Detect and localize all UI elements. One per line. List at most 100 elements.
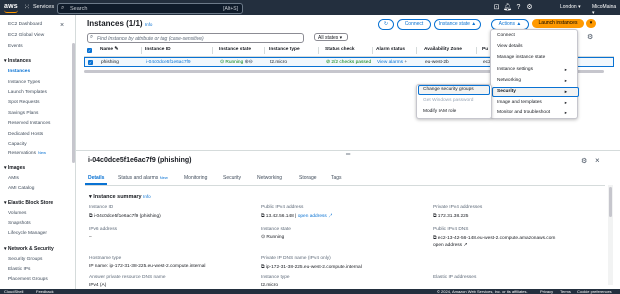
- tab-details[interactable]: Details: [88, 175, 104, 181]
- menu-item-modify-iam-role[interactable]: Modify IAM role: [423, 109, 456, 114]
- select-all-checkbox[interactable]: ✓: [87, 48, 92, 53]
- column-separator[interactable]: [318, 47, 319, 54]
- external-link-icon[interactable]: ↗: [328, 214, 332, 219]
- detail-vertical-scrollbar[interactable]: [608, 185, 613, 285]
- menu-item-monitor-and-troubleshoot[interactable]: Monitor and troubleshoot ▸: [497, 110, 571, 115]
- privacy-link[interactable]: Privacy: [540, 289, 553, 294]
- menu-item-security[interactable]: Security ▸: [497, 89, 571, 94]
- sidebar-item-launch-templates[interactable]: Launch Templates: [8, 90, 47, 95]
- sidebar-item-amis[interactable]: AMIs: [8, 176, 19, 181]
- menu-item-instance-settings[interactable]: Instance settings ▸: [497, 67, 571, 72]
- help-icon[interactable]: ?: [513, 4, 524, 11]
- settings-icon[interactable]: ⚙: [524, 3, 535, 11]
- tab-storage[interactable]: Storage: [299, 175, 317, 181]
- instance-filter-input[interactable]: ⌕ Find Instance by attribute or tag (cas…: [87, 33, 304, 43]
- sidebar-item-snapshots[interactable]: Snapshots: [8, 221, 31, 226]
- copy-icon[interactable]: ⧉: [433, 236, 436, 241]
- copy-icon[interactable]: ⧉: [261, 265, 264, 270]
- tab-security[interactable]: Security: [223, 175, 241, 181]
- column-separator[interactable]: [372, 47, 373, 54]
- sidebar-item-events[interactable]: Events: [8, 44, 23, 49]
- tab-status-and-alarms[interactable]: Status and alarms New: [118, 175, 168, 181]
- column-separator[interactable]: [141, 47, 142, 54]
- sidebar-item-ec2-global-view[interactable]: EC2 Global View: [8, 33, 44, 38]
- column-instance-id[interactable]: Instance ID: [145, 47, 171, 52]
- copy-icon[interactable]: ⧉: [89, 214, 92, 219]
- column-separator[interactable]: [264, 47, 265, 54]
- sidebar-item-instance-types[interactable]: Instance Types: [8, 80, 40, 85]
- tab-tags[interactable]: Tags: [331, 175, 342, 181]
- notifications-icon[interactable]: 🔔︎: [502, 3, 513, 11]
- services-menu[interactable]: Services: [33, 4, 54, 10]
- sidebar-scrollbar[interactable]: [72, 43, 75, 163]
- view-alarms-link[interactable]: View alarms: [377, 60, 403, 65]
- sidebar-item-spot-requests[interactable]: Spot Requests: [8, 100, 39, 105]
- services-grid-icon[interactable]: ⁙: [24, 4, 31, 11]
- cell-instance-id-link[interactable]: i-04c0dce5f1e6ac7f9: [146, 60, 191, 65]
- menu-item-view-details[interactable]: View details: [497, 44, 523, 49]
- open-address-link[interactable]: open address: [433, 243, 462, 248]
- column-separator[interactable]: [416, 47, 417, 54]
- connect-button[interactable]: Connect: [397, 19, 431, 30]
- cloudshell-icon[interactable]: ⊡: [491, 3, 502, 11]
- sidebar-item-volumes[interactable]: Volumes: [8, 211, 26, 216]
- zoom-out-icon[interactable]: ⊖: [249, 60, 253, 65]
- column-alarm-status[interactable]: Alarm status: [376, 47, 405, 52]
- refresh-button[interactable]: ↻: [378, 19, 394, 30]
- cloudshell-link[interactable]: CloudShell: [4, 289, 23, 294]
- sidebar-item-instances[interactable]: Instances: [8, 69, 30, 74]
- aws-logo[interactable]: aws: [4, 3, 18, 10]
- row-checkbox[interactable]: ✓: [88, 60, 93, 65]
- sidebar-item-reservations[interactable]: Reservations New: [8, 150, 46, 156]
- menu-item-image-and-templates[interactable]: Image and templates ▸: [497, 100, 571, 105]
- detail-settings-icon[interactable]: ⚙: [581, 157, 587, 165]
- feedback-link[interactable]: Feedback: [36, 289, 54, 294]
- terms-link[interactable]: Terms: [560, 289, 571, 294]
- column-name[interactable]: Name ✎: [100, 47, 118, 52]
- tab-monitoring[interactable]: Monitoring: [184, 175, 207, 181]
- close-detail-icon[interactable]: ×: [595, 156, 600, 165]
- close-sidebar-icon[interactable]: ×: [60, 22, 64, 29]
- cell-alarm-status[interactable]: View alarms +: [377, 60, 407, 65]
- sidebar-item-elastic-ips[interactable]: Elastic IPs: [8, 267, 30, 272]
- resize-handle-icon[interactable]: ═: [346, 152, 350, 158]
- info-link[interactable]: Info: [145, 22, 153, 27]
- sidebar-section-network-security[interactable]: ▾ Network & Security: [4, 246, 54, 252]
- menu-item-change-security-groups[interactable]: Change security groups: [423, 87, 474, 92]
- sidebar-section-instances[interactable]: ▾ Instances: [4, 58, 31, 64]
- sidebar-section-images[interactable]: ▾ Images: [4, 165, 25, 171]
- global-search-input[interactable]: ⌕ Search [Alt+S]: [57, 3, 243, 14]
- region-selector[interactable]: London ▾: [560, 4, 581, 10]
- sidebar-item-dedicated-hosts[interactable]: Dedicated Hosts: [8, 132, 43, 137]
- instance-state-button[interactable]: Instance state ▲: [434, 19, 481, 30]
- sidebar-item-security-groups[interactable]: Security Groups: [8, 257, 42, 262]
- table-preferences-icon[interactable]: ⚙: [587, 33, 593, 41]
- column-availability-zone[interactable]: Availability Zone: [424, 47, 462, 52]
- instance-states-select[interactable]: All states ▾: [314, 33, 348, 41]
- tab-networking[interactable]: Networking: [257, 175, 282, 181]
- external-link-icon[interactable]: ↗: [463, 243, 467, 248]
- column-instance-state[interactable]: Instance state: [219, 47, 251, 52]
- sidebar-item-savings-plans[interactable]: Savings Plans: [8, 111, 38, 116]
- scrollbar-thumb[interactable]: [609, 187, 612, 217]
- copy-icon[interactable]: ⧉: [261, 214, 264, 219]
- info-link[interactable]: Info: [143, 194, 151, 199]
- column-public-dns[interactable]: Pu: [482, 47, 488, 52]
- column-separator[interactable]: [476, 47, 477, 54]
- open-address-link[interactable]: open address: [298, 214, 327, 219]
- column-instance-type[interactable]: Instance type: [269, 47, 300, 52]
- sidebar-item-reserved-instances[interactable]: Reserved Instances: [8, 121, 50, 126]
- sidebar-item-lifecycle-manager[interactable]: Lifecycle Manager: [8, 231, 47, 236]
- launch-dropdown-button[interactable]: ▾: [586, 19, 596, 28]
- instance-summary-header[interactable]: ▾ Instance summary Info: [89, 194, 151, 200]
- sidebar-section-ebs[interactable]: ▾ Elastic Block Store: [4, 200, 53, 206]
- public-dns-open-address[interactable]: open address ↗: [433, 243, 467, 248]
- sidebar-item-ec2-dashboard[interactable]: EC2 Dashboard: [8, 22, 42, 27]
- column-status-check[interactable]: Status check: [325, 47, 355, 52]
- copy-icon[interactable]: ⧉: [433, 214, 436, 219]
- menu-item-connect[interactable]: Connect: [497, 33, 515, 38]
- launch-instances-button[interactable]: Launch instances: [532, 19, 584, 28]
- cookie-preferences-link[interactable]: Cookie preferences: [577, 289, 612, 294]
- sidebar-item-ami-catalog[interactable]: AMI Catalog: [8, 186, 34, 191]
- menu-item-manage-instance-state[interactable]: Manage instance state: [497, 55, 545, 60]
